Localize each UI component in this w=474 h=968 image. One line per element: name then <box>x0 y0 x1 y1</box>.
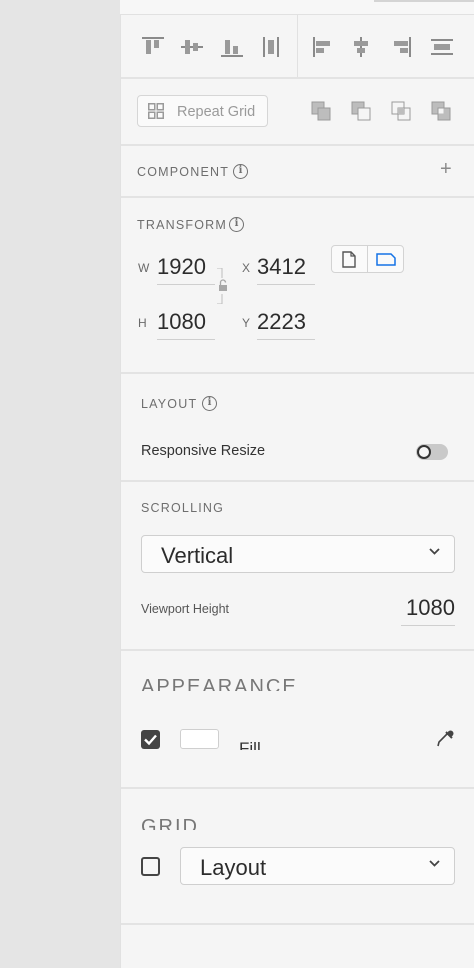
distribute-vertical-icon[interactable] <box>263 37 279 57</box>
transform-info-icon[interactable]: i <box>229 217 244 232</box>
fill-label-clip: Fill <box>239 739 299 750</box>
transform-section: TRANSFORM i W 1920 H 1080 X 3412 Y 2223 <box>121 198 474 374</box>
appearance-title: APPEARANCE <box>141 676 298 691</box>
grid-dropdown[interactable]: Layout <box>180 847 455 885</box>
appearance-section: APPEARANCE Fill <box>121 651 474 789</box>
scrolling-title: SCROLLING <box>141 501 225 515</box>
component-info-icon[interactable]: i <box>233 164 248 179</box>
layout-section: LAYOUT i Responsive Resize <box>121 374 474 482</box>
viewport-height-field[interactable]: 1080 <box>401 595 455 626</box>
scrolling-section: SCROLLING Vertical Viewport Height 1080 <box>121 482 474 651</box>
responsive-resize-label: Responsive Resize <box>141 443 266 459</box>
grid-title-clip: GRID <box>141 814 341 830</box>
orientation-divider <box>367 246 368 272</box>
orientation-toggle <box>331 245 404 273</box>
fill-label: Fill <box>239 739 261 750</box>
align-bottom-icon[interactable] <box>221 37 243 57</box>
eyedropper-icon[interactable] <box>435 729 455 749</box>
fill-checkbox[interactable] <box>141 730 160 749</box>
boolean-subtract-icon[interactable] <box>351 101 371 121</box>
height-field[interactable]: 1080 <box>157 309 215 340</box>
align-right-icon[interactable] <box>391 37 411 57</box>
portrait-icon[interactable] <box>342 251 356 268</box>
responsive-resize-toggle[interactable] <box>416 444 448 460</box>
height-label: H <box>138 316 147 330</box>
width-label: W <box>138 261 150 275</box>
checkmark-icon <box>144 734 157 746</box>
distribute-horizontal-icon[interactable] <box>431 39 453 55</box>
transform-title: TRANSFORM <box>137 218 227 232</box>
repeat-grid-section: Repeat Grid <box>121 79 474 146</box>
repeat-grid-icon <box>148 103 164 119</box>
add-component-icon[interactable]: + <box>440 158 452 181</box>
x-field[interactable]: 3412 <box>257 254 315 285</box>
boolean-intersect-icon[interactable] <box>391 101 411 121</box>
chevron-down-icon <box>429 548 440 555</box>
appearance-title-clip: APPEARANCE <box>141 673 341 691</box>
top-divider <box>374 0 474 2</box>
scrolling-dropdown[interactable]: Vertical <box>141 535 455 573</box>
repeat-grid-label: Repeat Grid <box>177 104 256 120</box>
align-toolbar <box>121 15 474 79</box>
grid-mode-value: Layout <box>200 855 267 880</box>
grid-title: GRID <box>141 816 199 830</box>
component-section: COMPONENT i + <box>121 146 474 198</box>
chevron-down-icon <box>429 860 440 867</box>
x-label: X <box>242 261 251 275</box>
width-field[interactable]: 1920 <box>157 254 215 285</box>
grid-checkbox[interactable] <box>141 857 160 876</box>
lock-aspect-icon[interactable] <box>215 268 231 304</box>
y-field[interactable]: 2223 <box>257 309 315 340</box>
grid-section: GRID Layout <box>121 789 474 925</box>
layout-title: LAYOUT <box>141 397 198 411</box>
align-middle-icon[interactable] <box>181 37 203 57</box>
scrolling-mode-value: Vertical <box>161 543 234 568</box>
canvas-area[interactable] <box>0 0 120 968</box>
landscape-icon[interactable] <box>376 253 396 266</box>
boolean-exclude-icon[interactable] <box>431 101 451 121</box>
viewport-height-label: Viewport Height <box>141 602 230 616</box>
align-top-icon[interactable] <box>142 37 164 57</box>
boolean-add-icon[interactable] <box>311 101 331 121</box>
property-inspector: Repeat Grid COMPONENT i + TRANSFORM i W … <box>120 14 474 968</box>
toggle-knob <box>417 445 431 459</box>
fill-color-swatch[interactable] <box>180 729 219 749</box>
align-left-icon[interactable] <box>313 37 333 57</box>
y-label: Y <box>242 316 251 330</box>
align-center-icon[interactable] <box>351 37 371 57</box>
repeat-grid-button[interactable]: Repeat Grid <box>137 95 268 127</box>
layout-info-icon[interactable]: i <box>202 396 217 411</box>
component-title: COMPONENT <box>137 165 230 179</box>
toolbar-divider <box>297 15 298 77</box>
